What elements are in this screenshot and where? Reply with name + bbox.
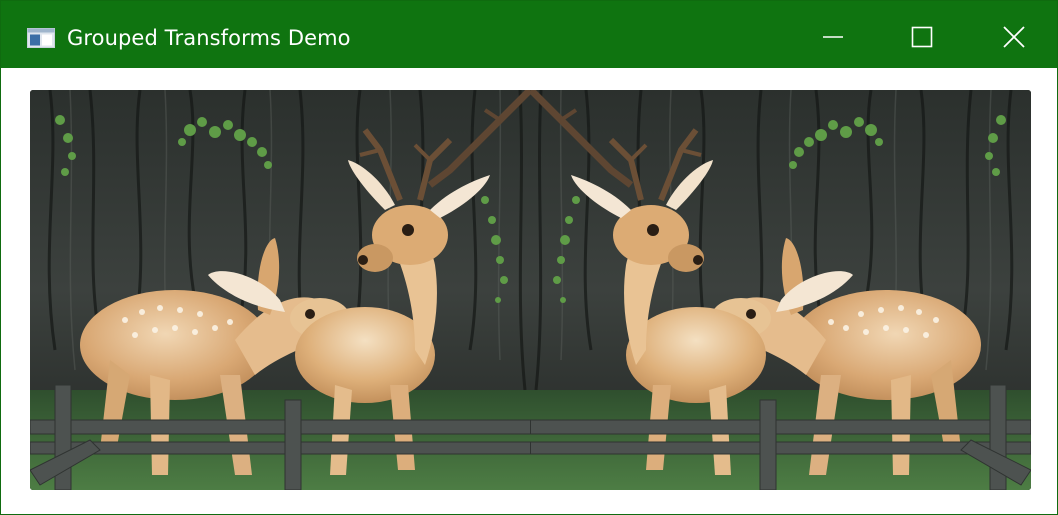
minimize-button[interactable] [789, 1, 881, 68]
minimize-icon [823, 36, 843, 38]
title-bar[interactable]: Grouped Transforms Demo [1, 1, 1057, 68]
app-window: Grouped Transforms Demo [0, 0, 1058, 515]
close-button[interactable] [965, 1, 1057, 68]
mirrored-deer-image [30, 90, 1031, 490]
maximize-button[interactable] [876, 1, 968, 68]
app-window-icon[interactable] [27, 28, 55, 48]
client-area [1, 68, 1057, 514]
close-icon [1003, 26, 1025, 48]
maximize-icon [911, 26, 933, 48]
window-title: Grouped Transforms Demo [67, 26, 351, 50]
